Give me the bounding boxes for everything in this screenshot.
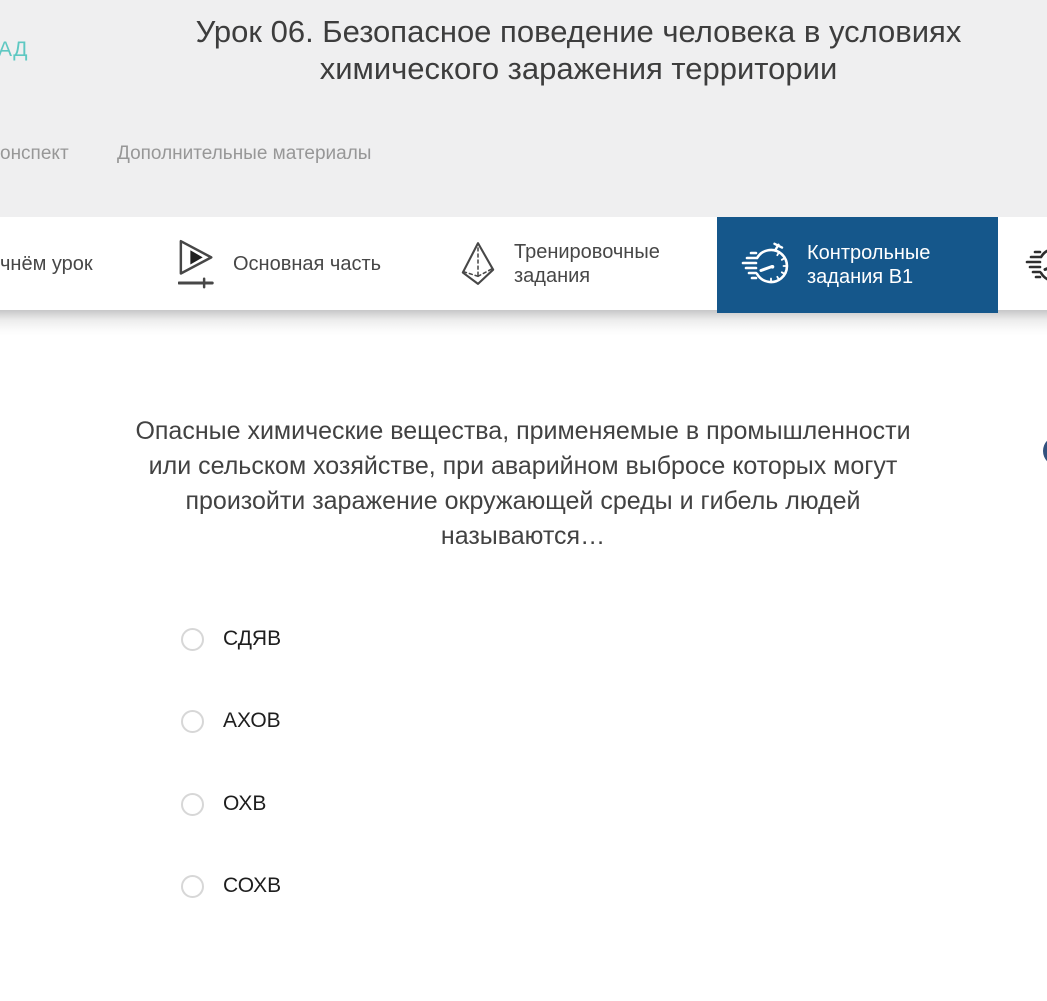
pyramid-icon [460,239,496,289]
radio-button[interactable] [181,709,204,733]
tab-training-tasks-label: Тренировочные задания [514,240,674,288]
answer-option-label: ОХВ [223,792,267,815]
subtab-conspect[interactable]: онспект [0,143,69,165]
answer-option-ahov[interactable]: АХОВ [181,709,281,733]
radio-button[interactable] [181,792,204,816]
radio-button[interactable] [181,874,204,898]
lesson-page: АД Урок 06. Безопасное поведение человек… [0,0,1047,1001]
tab-control-tasks-b1-label-line-2: задания В1 [807,266,914,288]
page-title: Урок 06. Безопасное поведение человека в… [110,13,1047,87]
answer-option-label: СДЯВ [223,627,282,650]
back-link[interactable]: АД [0,38,28,62]
question-text-line-3: произойти заражение окружающей среды и г… [185,487,861,515]
play-icon [178,237,216,291]
page-title-line-2: химического заражения территории [319,51,838,86]
tab-training-tasks-label-line-1: Тренировочные [514,240,660,263]
question-number-badge-partial[interactable] [1043,436,1047,466]
tab-start-lesson-label: чнём урок [0,252,93,275]
tab-control-tasks-b1[interactable]: Контрольные задания В1 [717,217,998,313]
radio-button[interactable] [181,627,204,651]
tab-training-tasks-label-line-2: задания [514,264,591,287]
tab-control-tasks-b1-label: Контрольные задания В1 [807,241,957,289]
page-title-line-1: Урок 06. Безопасное поведение человека в… [195,14,962,49]
answer-option-ohv[interactable]: ОХВ [181,792,266,816]
question-text-line-4: называются… [440,522,606,550]
tabbar-shadow [0,310,1047,336]
question-text-line-1: Опасные химические вещества, применяемые… [135,417,911,445]
answer-option-label: АХОВ [223,709,281,732]
question-text: Опасные химические вещества, применяемые… [43,414,1003,554]
tab-control-tasks-b1-label-line-1: Контрольные [807,242,931,264]
stopwatch-icon [741,239,793,291]
tab-main-part[interactable]: Основная часть [178,217,381,310]
tab-main-part-label: Основная часть [233,252,382,275]
lesson-section-tabbar: чнём урок Основная часть Тренировочные з… [0,217,1047,313]
question-text-line-2: или сельском хозяйстве, при аварийном вы… [148,452,898,480]
tab-training-tasks[interactable]: Тренировочные задания [460,217,674,310]
subtab-additional-materials[interactable]: Дополнительные материалы [117,143,371,165]
answer-option-sohv[interactable]: СОХВ [181,874,281,898]
page-header: АД Урок 06. Безопасное поведение человек… [0,0,1047,217]
answer-option-sdyav[interactable]: СДЯВ [181,627,281,651]
answer-option-label: СОХВ [223,874,282,897]
stopwatch-icon [1025,238,1047,290]
tab-control-tasks-next-partial[interactable] [1025,217,1047,310]
tab-start-lesson[interactable]: чнём урок [0,217,96,310]
